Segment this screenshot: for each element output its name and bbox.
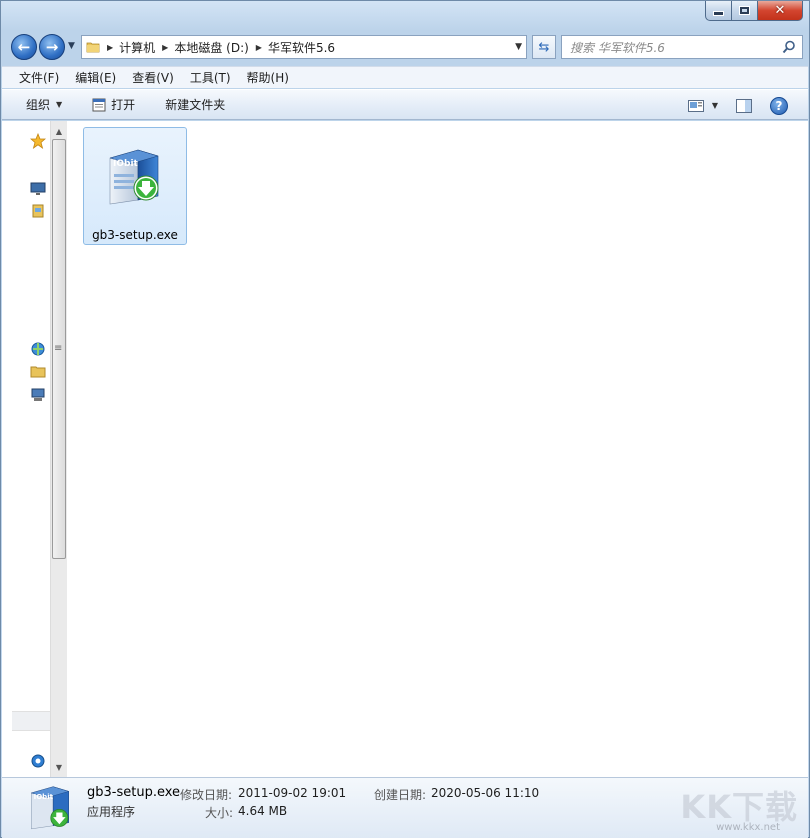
libraries-icon[interactable] — [30, 203, 46, 219]
close-icon: ✕ — [774, 3, 786, 18]
new-folder-label: 新建文件夹 — [165, 98, 226, 112]
chevron-right-icon: ▶ — [255, 42, 262, 52]
new-folder-button[interactable]: 新建文件夹 — [157, 89, 233, 120]
minimize-button[interactable] — [705, 1, 732, 21]
preview-pane-icon[interactable] — [736, 98, 752, 113]
organize-button[interactable]: 组织 ▼ — [18, 89, 70, 120]
desktop-icon[interactable] — [30, 181, 46, 197]
arrow-right-icon: → — [45, 38, 59, 56]
command-bar: 组织 ▼ 打开 新建文件夹 ▼ ? — [2, 89, 808, 120]
folder-icon — [86, 42, 100, 53]
navigation-row: ← → ▼ ▶ 计算机 ▶ 本地磁盘 (D:) ▶ 华军软件5.6 ▼ ⇆ 搜索… — [9, 32, 803, 60]
created-date-value: 2020-05-06 11:10 — [431, 786, 540, 800]
view-options-dropdown[interactable]: ▼ — [712, 101, 718, 110]
back-button[interactable]: ← — [11, 34, 37, 60]
chevron-right-icon: ▶ — [107, 42, 114, 52]
forward-button[interactable]: → — [39, 34, 65, 60]
open-button[interactable]: 打开 — [84, 89, 143, 120]
breadcrumb-label: 计算机 — [119, 40, 156, 55]
created-date-label: 创建日期: — [374, 788, 427, 802]
file-list: IObit gb3-setup.exe — [67, 121, 808, 777]
modified-date-value: 2011-09-02 19:01 — [238, 786, 347, 800]
breadcrumb-computer[interactable]: ▶ 计算机 — [100, 36, 155, 58]
details-file-name: gb3-setup.exe — [87, 785, 181, 800]
svg-text:IObit: IObit — [113, 159, 139, 169]
help-icon[interactable]: ? — [770, 96, 788, 115]
breadcrumb-label: 本地磁盘 (D:) — [174, 40, 249, 55]
view-controls: ▼ ? — [687, 90, 808, 121]
refresh-button[interactable]: ⇆ — [532, 35, 556, 59]
folder-icon[interactable] — [30, 363, 46, 379]
arrow-left-icon: ← — [17, 38, 31, 56]
favorites-star-icon[interactable] — [30, 133, 46, 149]
nav-pane-scrollbar[interactable]: ▲ ≡ ▼ — [50, 121, 67, 777]
menu-tools[interactable]: 工具(T) — [182, 68, 239, 88]
menu-file[interactable]: 文件(F) — [11, 68, 67, 88]
file-name: gb3-setup.exe — [92, 228, 178, 242]
caption-buttons: ✕ — [705, 1, 803, 21]
menu-help[interactable]: 帮助(H) — [239, 68, 297, 88]
scrollbar-grip-icon: ≡ — [54, 343, 63, 354]
search-icon — [782, 40, 795, 54]
search-box[interactable]: 搜索 华军软件5.6 — [561, 35, 803, 59]
breadcrumb-local-disk[interactable]: ▶ 本地磁盘 (D:) — [155, 36, 249, 58]
menu-edit[interactable]: 编辑(E) — [67, 68, 124, 88]
recent-pages-dropdown[interactable]: ▼ — [68, 41, 75, 51]
refresh-icon: ⇆ — [538, 39, 550, 55]
close-button[interactable]: ✕ — [758, 1, 803, 21]
navigation-pane — [2, 121, 50, 777]
chevron-right-icon: ▶ — [162, 42, 169, 52]
maximize-button[interactable] — [732, 1, 758, 21]
menu-bar: 文件(F) 编辑(E) 查看(V) 工具(T) 帮助(H) — [2, 66, 808, 88]
application-window-icon — [92, 98, 106, 111]
nav-pane-divider — [12, 711, 50, 731]
iobit-installer-icon: IObit — [109, 149, 159, 205]
change-view-icon[interactable] — [687, 99, 704, 112]
iobit-installer-icon: IObit — [30, 786, 70, 830]
size-value: 4.64 MB — [238, 804, 288, 818]
address-bar[interactable]: ▶ 计算机 ▶ 本地磁盘 (D:) ▶ 华军软件5.6 ▼ — [81, 35, 527, 59]
computer-icon[interactable] — [30, 387, 46, 403]
network-icon[interactable] — [30, 341, 46, 357]
details-pane: IObit gb3-setup.exe 应用程序 修改日期: 2011-09-0… — [2, 777, 808, 838]
menu-view[interactable]: 查看(V) — [124, 68, 182, 88]
file-item[interactable]: IObit gb3-setup.exe — [83, 127, 187, 245]
chevron-down-icon: ▼ — [56, 100, 63, 109]
details-file-type: 应用程序 — [87, 805, 136, 819]
breadcrumb-label: 华军软件5.6 — [267, 40, 336, 55]
homegroup-icon[interactable] — [30, 753, 46, 769]
maximize-icon — [739, 6, 750, 15]
search-input[interactable]: 搜索 华军软件5.6 — [570, 39, 665, 56]
breadcrumb-current-folder[interactable]: ▶ 华军软件5.6 — [249, 36, 335, 58]
size-label: 大小: — [205, 806, 234, 820]
open-label: 打开 — [111, 98, 136, 112]
scroll-up-arrow-icon[interactable]: ▲ — [51, 123, 67, 139]
svg-text:IObit: IObit — [34, 792, 54, 801]
modified-date-label: 修改日期: — [180, 788, 233, 802]
scroll-down-arrow-icon[interactable]: ▼ — [51, 759, 67, 775]
minimize-icon — [713, 11, 724, 16]
watermark-url: www.kkx.net — [716, 822, 780, 833]
address-history-dropdown[interactable]: ▼ — [515, 42, 522, 52]
explorer-window: ✕ ← → ▼ ▶ 计算机 ▶ 本地磁盘 (D:) ▶ 华军软件5.6 ▼ ⇆ … — [0, 0, 810, 838]
organize-label: 组织 — [26, 98, 51, 112]
